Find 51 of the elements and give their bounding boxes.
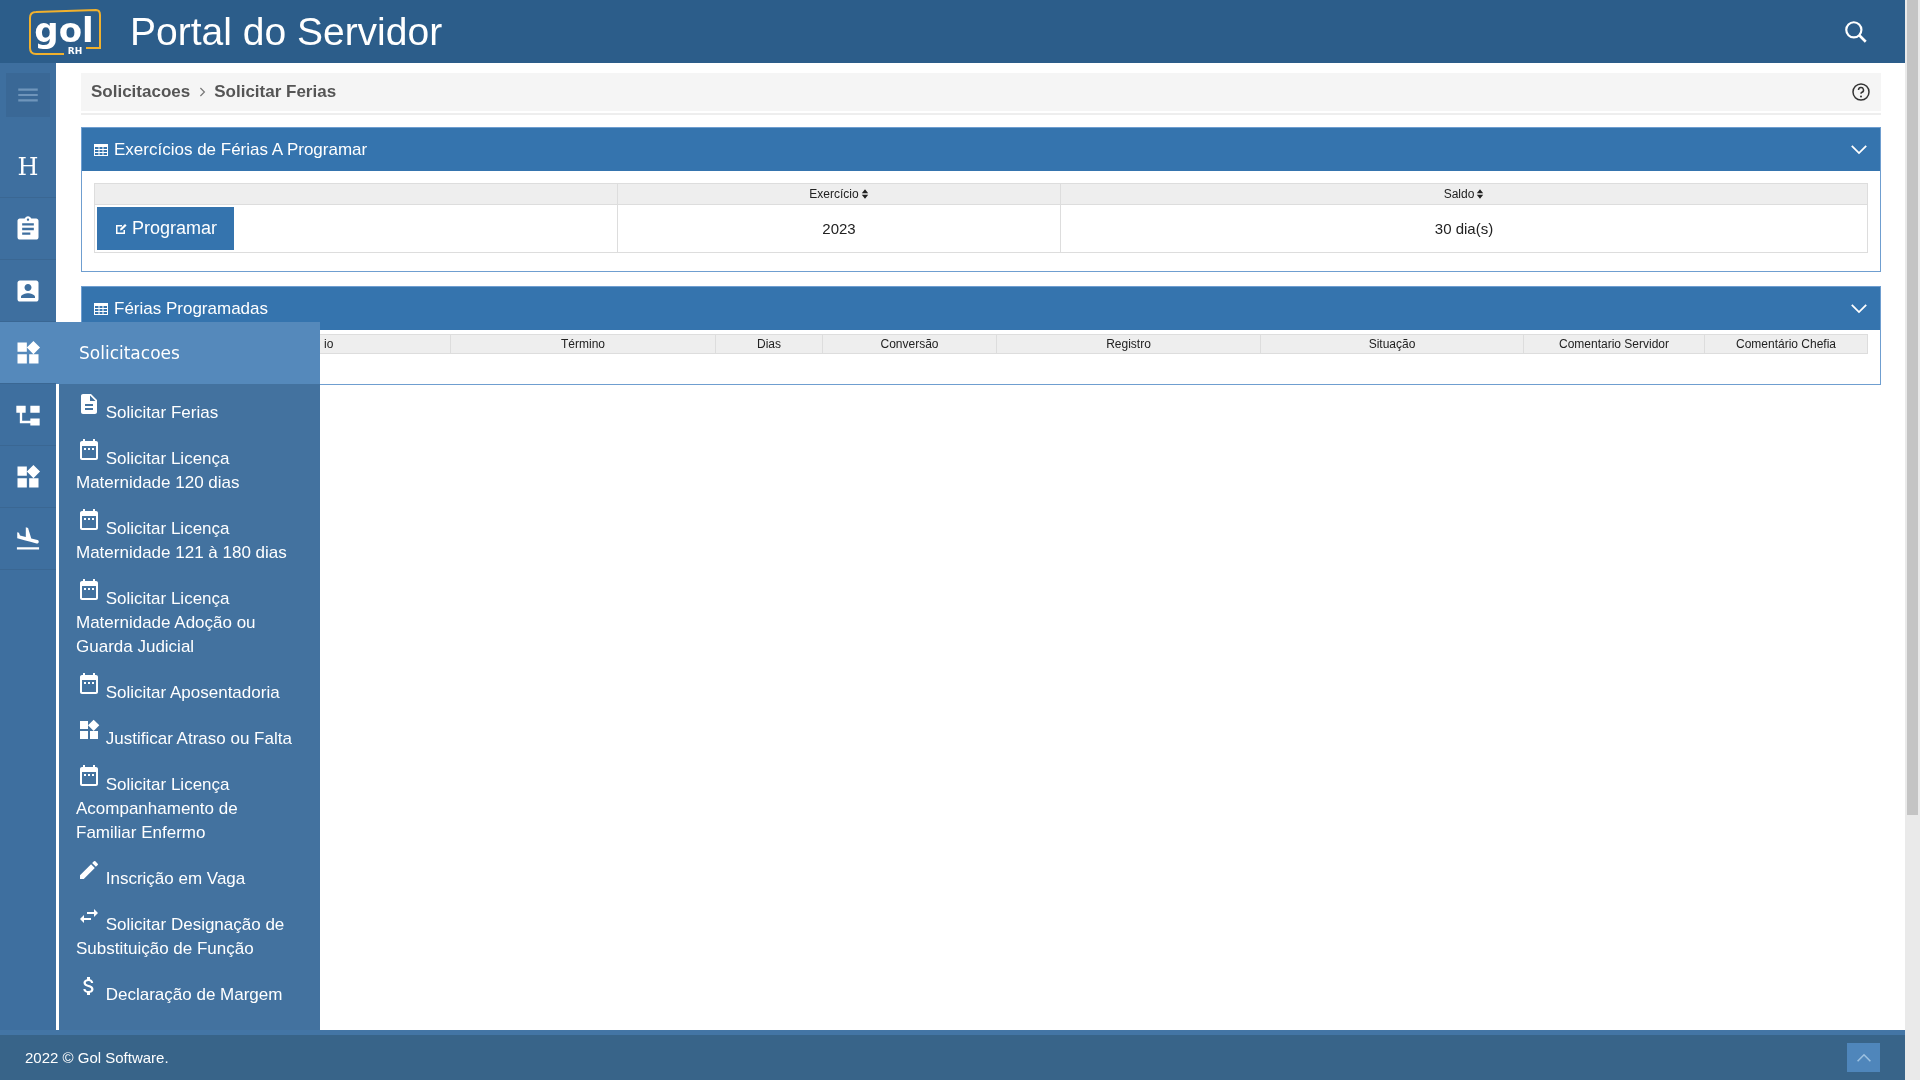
sort-icon <box>860 188 869 200</box>
column-header[interactable]: Registro <box>1106 337 1151 351</box>
pencil-icon <box>77 858 101 882</box>
calendar-icon <box>77 438 101 462</box>
menu-item[interactable]: Solicitar Licença Acompanhamento de Familiar Enfermo <box>76 764 298 845</box>
column-header[interactable]: Dias <box>757 337 781 351</box>
panel-title: Exercícios de Férias A Programar <box>114 139 368 160</box>
sort-icon <box>1476 188 1485 200</box>
flyout-title: Solicitacoes <box>79 343 180 363</box>
table-cell: 30 dia(s) <box>1060 204 1868 253</box>
menu-item[interactable]: Solicitar Licença Maternidade 121 à 180 dias <box>76 508 298 565</box>
logo: gol RH <box>26 6 102 57</box>
scrollbar[interactable] <box>1905 0 1920 1080</box>
menu-item[interactable]: Solicitar Licença Maternidade Adoção ou Guarda Judicial <box>76 578 298 659</box>
menu-item[interactable]: Solicitar Licença Maternidade 120 dias <box>76 438 298 495</box>
table-icon <box>94 302 108 315</box>
menu-item[interactable]: Solicitar Designação de Substituição de Função <box>76 904 298 961</box>
chevron-right-icon <box>198 85 207 99</box>
table-icon <box>94 143 108 156</box>
chevron-down-icon[interactable] <box>1850 144 1868 155</box>
copyright-text: 2022 © Gol Software. <box>25 1049 169 1066</box>
search-icon[interactable] <box>1843 18 1869 45</box>
calendar-icon <box>77 578 101 602</box>
breadcrumb-link[interactable]: Solicitacoes <box>91 82 191 102</box>
calendar-icon <box>77 764 101 788</box>
edit-icon <box>114 221 128 236</box>
menu-item[interactable]: Justificar Atraso ou Falta <box>76 718 298 751</box>
calendar-icon <box>77 508 101 532</box>
table-cell: 2023 <box>617 204 1061 253</box>
chevron-down-icon[interactable] <box>1850 303 1868 314</box>
sidebar-item[interactable] <box>0 322 56 384</box>
menu-item[interactable]: Inscrição em Vaga <box>76 858 298 891</box>
panel-header[interactable]: Férias Programadas <box>82 287 1880 330</box>
sidebar-item[interactable]: H <box>0 136 56 198</box>
column-header[interactable]: Término <box>561 337 605 351</box>
menu-item[interactable]: Solicitar Aposentadoria <box>76 672 298 705</box>
column-header[interactable]: Exercício <box>617 183 1061 205</box>
widgets-icon <box>77 718 101 742</box>
programar-button[interactable]: Programar <box>97 207 235 250</box>
panel-header[interactable]: Exercícios de Férias A Programar <box>82 128 1880 171</box>
menu-item[interactable]: Declaração de Margem <box>76 974 298 1007</box>
help-icon[interactable] <box>1851 82 1871 102</box>
chevron-up-icon <box>1855 1052 1872 1063</box>
panel-title: Férias Programadas <box>114 298 268 319</box>
column-header[interactable]: Situação <box>1368 337 1416 351</box>
column-header[interactable]: Saldo <box>1060 183 1868 205</box>
scrollbar-thumb[interactable] <box>1907 0 1918 815</box>
breadcrumb-link[interactable]: Solicitar Ferias <box>214 82 337 102</box>
calendar-icon <box>77 672 101 696</box>
menu-item[interactable]: Solicitar Ferias <box>76 392 298 425</box>
app-title: Portal do Servidor <box>130 9 443 54</box>
